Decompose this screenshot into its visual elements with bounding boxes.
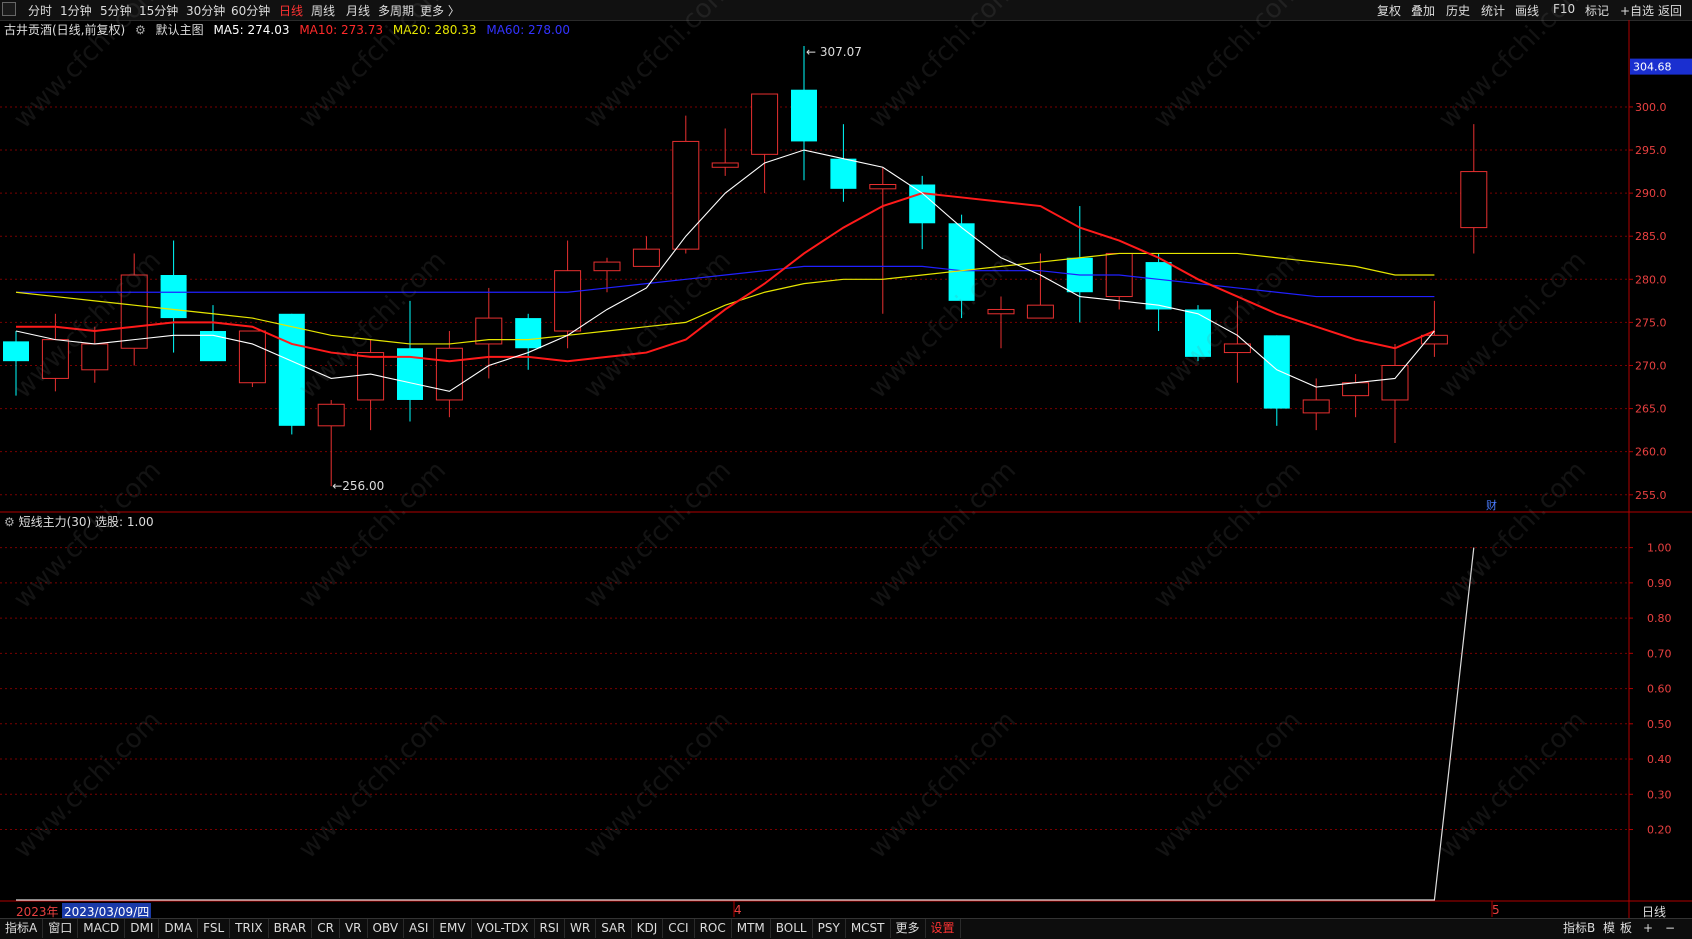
indicator-tab-15[interactable]: WR [565,919,597,938]
candle-body-up [554,270,582,332]
price-tick-label: 280.0 [1635,273,1667,286]
indicator-tab-22[interactable]: PSY [813,919,846,938]
candle-body-down [3,341,29,362]
candle-body-down [515,318,542,349]
indicator-tab-0[interactable]: 指标A [0,919,44,938]
candle-body-down [278,313,305,426]
price-tick-label: 275.0 [1635,316,1667,329]
ma20-line [15,252,1435,345]
ma10-line [16,192,1435,363]
candle-body-up [1381,364,1409,401]
indicator-tab-13[interactable]: VOL-TDX [472,919,535,938]
candle-body-up [593,261,621,272]
indicator-tab-18[interactable]: CCI [663,919,695,938]
kline-chart[interactable]: 300.0 295.0 290.0 285.0 280.0 275.0 270.0 265.0… [0,0,1692,938]
sub-tick-label: 0.20 [1647,824,1672,837]
price-tick-label: 260.0 [1635,446,1667,459]
indicator-tabs: 指标A 窗口 MACD DMI DMA FSL TRIX BRAR CR VR OBV ASI EMV V… [0,919,961,938]
candle-body-down [1263,335,1290,409]
indicator-tab-3[interactable]: DMI [125,919,160,938]
price-tick-label: 295.0 [1635,144,1667,157]
low-price-marker: ←256.00 [332,479,384,493]
candle-body-up [711,162,739,168]
ma60-line [16,265,1435,298]
candle-body-down [830,158,857,189]
sub-tick-label: 0.80 [1647,612,1672,625]
indicator-tab-19[interactable]: ROC [695,919,732,938]
candle-body-up [1223,343,1251,354]
indicator-tab-14[interactable]: RSI [535,919,566,938]
current-price-label: 304.68 [1633,61,1672,74]
indicator-tab-2[interactable]: MACD [78,919,126,938]
right-bottom-tab-1[interactable]: 模 [1603,919,1615,938]
ma5-line [15,149,1435,392]
sub-tick-label: 1.00 [1647,542,1672,555]
indicator-tab-6[interactable]: TRIX [230,919,269,938]
candle-body-up [81,343,109,371]
candle-body-down [791,89,817,142]
sub-tick-label: 0.90 [1647,577,1672,590]
sub-tick-label: 0.30 [1647,788,1672,801]
candle-body-down [1145,262,1172,310]
indicator-tab-4[interactable]: DMA [159,919,199,938]
indicator-tab-11[interactable]: ASI [404,919,435,938]
candle-body-up [632,248,660,267]
sub-tick-label: 0.70 [1647,647,1672,660]
candle-body-down [909,184,936,224]
indicator-tab-5[interactable]: FSL [198,919,231,938]
indicator-tab-20[interactable]: MTM [732,919,771,938]
candle-body-up [869,184,897,190]
indicator-tab-12[interactable]: EMV [434,919,472,938]
price-tick-label: 290.0 [1635,187,1667,200]
candle-body-up [672,140,700,250]
price-tick-label: 270.0 [1635,359,1667,372]
indicator-tab-1[interactable]: 窗口 [43,919,79,938]
sub-tick-label: 0.60 [1647,683,1672,696]
indicator-tab-21[interactable]: BOLL [771,919,813,938]
indicator-tab-17[interactable]: KDJ [632,919,664,938]
right-bottom-tab-4[interactable]: − [1665,919,1675,938]
candle-body-up [435,347,463,401]
price-tick-label: 300.0 [1635,101,1667,114]
sub-tick-label: 0.40 [1647,753,1672,766]
indicator-tab-16[interactable]: SAR [596,919,632,938]
indicator-tab-8[interactable]: CR [312,919,340,938]
candle-body-up [1026,304,1054,319]
candle-body-up [1342,382,1370,397]
candle-body-up [238,330,266,384]
sub-tick-label: 0.50 [1647,718,1672,731]
right-bottom-tab-0[interactable]: 指标B [1563,919,1595,938]
candle-body-up [41,339,69,379]
candle-body-up [317,403,345,427]
indicator-tab-23[interactable]: MCST [846,919,891,938]
month-5-label: 5 [1492,903,1500,917]
right-bottom-tab-3[interactable]: + [1643,919,1653,938]
month-4-label: 4 [734,903,742,917]
indicator-tab-10[interactable]: OBV [368,919,405,938]
candle-body-down [160,275,187,319]
candle-body-down [1185,309,1211,357]
right-bottom-tab-2[interactable]: 板 [1620,919,1632,938]
candle-body-up [1460,171,1488,229]
price-tick-label: 265.0 [1635,403,1667,416]
price-tick-label: 255.0 [1635,489,1667,502]
indicator-tab-7[interactable]: BRAR [269,919,313,938]
price-tick-label: 285.0 [1635,230,1667,243]
candle-body-up [987,308,1015,315]
indicator-tab-24[interactable]: 更多 [891,919,926,938]
indicator-tab-9[interactable]: VR [340,919,368,938]
candle-body-up [751,93,779,155]
candle-body-up [1302,399,1330,414]
high-price-marker: ← 307.07 [806,45,862,59]
indicator-bar: 指标A 窗口 MACD DMI DMA FSL TRIX BRAR CR VR OBV ASI EMV V… [0,918,1692,939]
indicator-tab-25[interactable]: 设置 [926,919,961,938]
candle-body-up [120,274,148,349]
